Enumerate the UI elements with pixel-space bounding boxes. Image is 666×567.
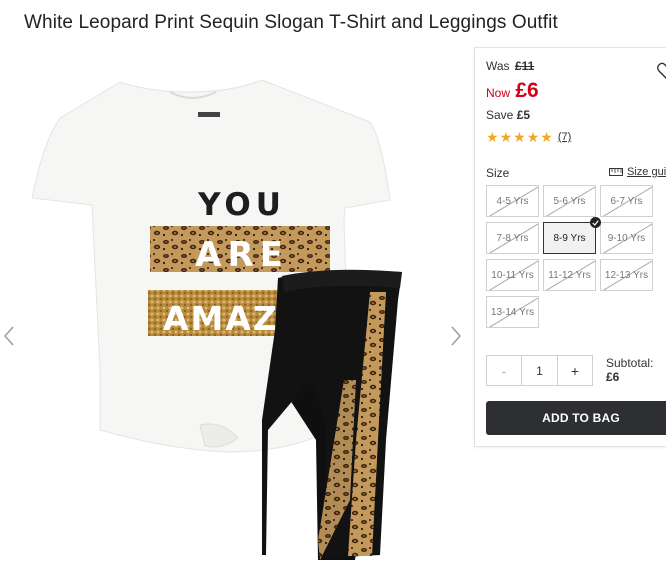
product-image: YOU ARE AMAZI bbox=[31, 79, 402, 560]
save-amount: Save £5 bbox=[486, 108, 530, 122]
star-icon: ★ bbox=[486, 129, 499, 145]
selected-check-icon bbox=[590, 217, 601, 228]
quantity-increase-button[interactable]: + bbox=[558, 356, 592, 385]
add-to-bag-button[interactable]: ADD TO BAG bbox=[486, 401, 666, 435]
product-title: White Leopard Print Sequin Slogan T-Shir… bbox=[24, 12, 558, 33]
wishlist-heart-icon[interactable] bbox=[657, 62, 666, 80]
save-label: Save bbox=[486, 108, 514, 122]
size-option-12-13[interactable]: 12-13 Yrs bbox=[600, 259, 653, 291]
star-icon: ★ bbox=[499, 129, 513, 145]
save-amount-value: £5 bbox=[516, 108, 531, 122]
subtotal: Subtotal: £6 bbox=[606, 356, 653, 384]
quantity-decrease-button[interactable]: - bbox=[487, 356, 521, 385]
tshirt-print-are: ARE bbox=[195, 235, 289, 275]
star-icon: ★ bbox=[526, 129, 540, 145]
size-guide-label: Size gui bbox=[627, 166, 666, 178]
was-price: Was £11 bbox=[486, 59, 534, 73]
size-label: Size bbox=[486, 166, 510, 180]
size-guide-link[interactable]: Size gui bbox=[609, 166, 666, 178]
rating-stars[interactable]: ★ ★ ★ ★ ★ (7) bbox=[486, 130, 571, 144]
tshirt-print-amazing: AMAZI bbox=[163, 299, 293, 338]
now-label: Now bbox=[486, 86, 511, 100]
gallery-prev-button[interactable] bbox=[1, 324, 17, 348]
ruler-icon bbox=[609, 168, 623, 176]
chevron-right-icon bbox=[451, 326, 461, 346]
product-image-gallery: YOU ARE AMAZI bbox=[0, 56, 470, 567]
now-price-value: £6 bbox=[515, 79, 539, 102]
size-option-6-7[interactable]: 6-7 Yrs bbox=[600, 185, 653, 217]
size-option-11-12[interactable]: 11-12 Yrs bbox=[543, 259, 596, 291]
star-icon: ★ bbox=[513, 129, 526, 145]
subtotal-value: £6 bbox=[606, 370, 620, 384]
size-option-10-11[interactable]: 10-11 Yrs bbox=[486, 259, 539, 291]
size-option-13-14[interactable]: 13-14 Yrs bbox=[486, 296, 539, 328]
was-label: Was bbox=[486, 59, 510, 73]
product-purchase-panel: Was £11 Now £6 Save £5 ★ ★ ★ ★ ★ (7) Siz… bbox=[474, 47, 666, 447]
rating-count-link[interactable]: (7) bbox=[558, 131, 571, 143]
star-icon: ★ bbox=[540, 129, 553, 145]
tshirt-print-you: YOU bbox=[197, 187, 286, 223]
size-option-7-8[interactable]: 7-8 Yrs bbox=[486, 222, 539, 254]
size-option-8-9[interactable]: 8-9 Yrs bbox=[543, 222, 596, 254]
size-option-5-6[interactable]: 5-6 Yrs bbox=[543, 185, 596, 217]
chevron-left-icon bbox=[4, 326, 14, 346]
was-price-value: £11 bbox=[514, 59, 535, 73]
size-option-9-10[interactable]: 9-10 Yrs bbox=[600, 222, 653, 254]
now-price: Now £6 bbox=[486, 79, 539, 103]
gallery-next-button[interactable] bbox=[448, 324, 464, 348]
subtotal-label: Subtotal: bbox=[606, 356, 654, 370]
size-option-4-5[interactable]: 4-5 Yrs bbox=[486, 185, 539, 217]
quantity-stepper: - 1 + bbox=[486, 355, 593, 386]
quantity-value[interactable]: 1 bbox=[521, 356, 558, 385]
